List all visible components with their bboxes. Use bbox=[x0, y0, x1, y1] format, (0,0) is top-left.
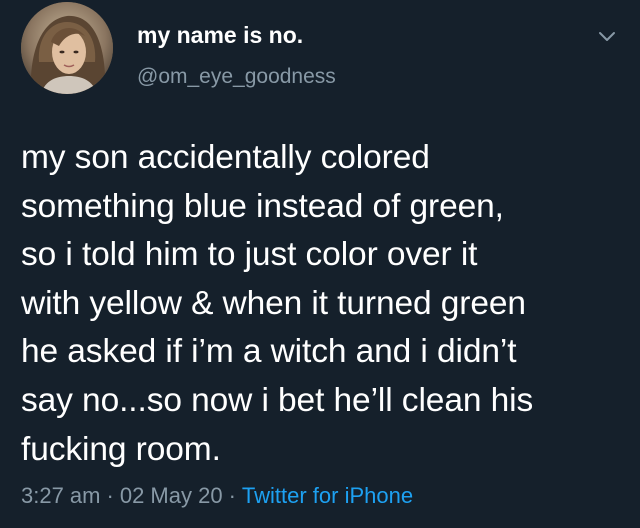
meta-separator: · bbox=[106, 483, 114, 508]
tweet-text-line: he asked if i’m a witch and i didn’t bbox=[21, 333, 517, 371]
tweet-card: my name is no. @om_eye_goodness my son a… bbox=[0, 0, 640, 528]
chevron-down-icon[interactable] bbox=[595, 24, 619, 48]
tweet-text-line: so i told him to just color over it bbox=[21, 236, 478, 274]
tweet-meta: 3:27 am · 02 May 20 · Twitter for iPhone bbox=[21, 483, 413, 509]
avatar-photo bbox=[21, 2, 113, 94]
tweet-text-line: my son accidentally colored bbox=[21, 139, 430, 176]
tweet-time[interactable]: 3:27 am bbox=[21, 483, 101, 508]
tweet-source-link[interactable]: Twitter for iPhone bbox=[242, 483, 413, 508]
tweet-text-line: fucking room. bbox=[21, 430, 221, 468]
tweet-text-line: something blue instead of green, bbox=[21, 187, 504, 225]
tweet-date[interactable]: 02 May 20 bbox=[120, 483, 223, 508]
tweet-text: my son accidentally colored something bl… bbox=[21, 134, 629, 474]
tweet-text-line: say no...so now i bet he’ll clean his bbox=[21, 381, 534, 419]
avatar[interactable] bbox=[21, 2, 113, 94]
tweet-text-line: with yellow & when it turned green bbox=[21, 284, 526, 322]
display-name[interactable]: my name is no. bbox=[137, 22, 303, 49]
user-handle[interactable]: @om_eye_goodness bbox=[137, 65, 336, 89]
meta-separator: · bbox=[228, 483, 236, 508]
